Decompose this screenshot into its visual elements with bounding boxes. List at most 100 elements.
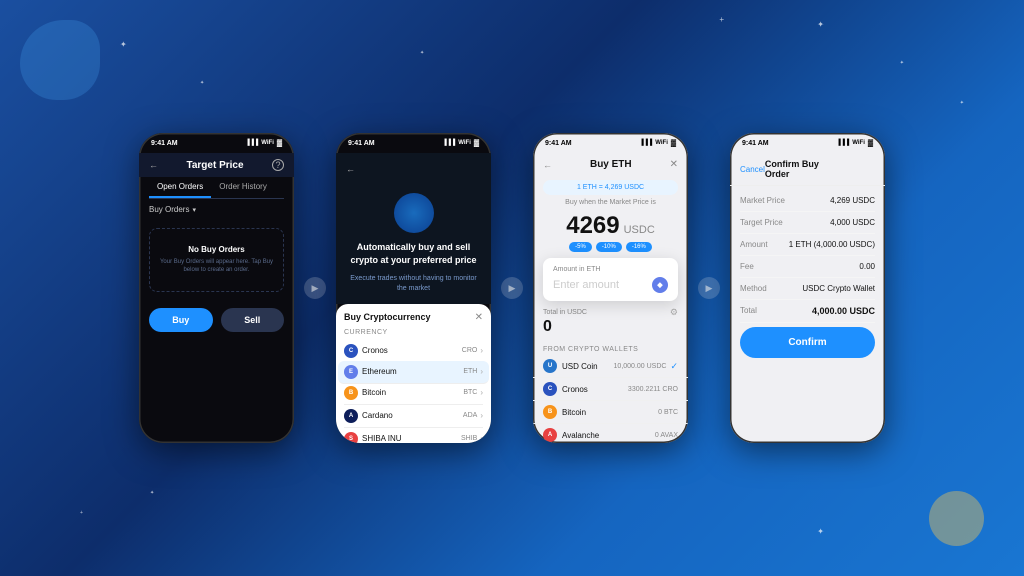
currency-label: CURRENCY xyxy=(344,329,483,336)
status-bar-1: 9:41 AM ▐▐▐ WiFi ▓ xyxy=(139,133,294,153)
info-icon-1[interactable]: ? xyxy=(272,159,284,171)
price-tags: -5% -10% -16% xyxy=(533,242,688,252)
wallet-item[interactable]: U USD Coin 10,000.00 USDC ✓ xyxy=(533,355,688,378)
tab-order-history[interactable]: Order History xyxy=(211,177,275,198)
total-value: 0 xyxy=(543,318,678,336)
total-section: Total in USDC ⚙ 0 xyxy=(533,301,688,342)
price-tag-3[interactable]: -16% xyxy=(626,242,652,252)
currency-list: C Cronos CRO › E Ethereum ETH › B Bitcoi… xyxy=(344,340,483,443)
status-bar-4: 9:41 AM ▐▐▐ WiFi ▓ xyxy=(730,133,885,153)
amount-input[interactable]: Enter amount xyxy=(553,279,619,291)
phone1-tabs: Open Orders Order History xyxy=(149,177,284,199)
battery-icon-1: ▓ xyxy=(277,140,282,147)
battery-icon-2: ▓ xyxy=(474,140,479,147)
big-price: 4269 xyxy=(566,212,619,240)
phone1-bottom-btns: Buy Sell xyxy=(139,300,294,340)
phone2-content: ← Automatically buy and sell crypto at y… xyxy=(336,153,491,443)
phone3-header: ← Buy ETH ✕ xyxy=(533,153,688,176)
wallet-item[interactable]: C Cronos 3300.2211 CRO xyxy=(533,378,688,401)
time-3: 9:41 AM xyxy=(545,140,572,147)
wallet-list: U USD Coin 10,000.00 USDC ✓ C Cronos 330… xyxy=(533,355,688,443)
chevron-down-icon: ▾ xyxy=(192,206,196,214)
wallet-item[interactable]: B Bitcoin 0 BTC xyxy=(533,401,688,424)
signal-icon-2: ▐▐▐ xyxy=(443,140,456,146)
status-icons-3: ▐▐▐ WiFi ▓ xyxy=(640,140,676,147)
arrow-1: ▶ xyxy=(304,277,326,299)
promo-text: Automatically buy and sell crypto at you… xyxy=(346,241,481,266)
big-price-currency: USDC xyxy=(624,224,655,236)
total-settings-icon[interactable]: ⚙ xyxy=(670,307,678,318)
wifi-icon-4: WiFi xyxy=(852,140,865,146)
battery-icon-3: ▓ xyxy=(671,140,676,147)
order-row: Amount 1 ETH (4,000.00 USDC) xyxy=(740,234,875,256)
currency-item[interactable]: S SHIBA INU SHIB › xyxy=(344,428,483,443)
time-1: 9:41 AM xyxy=(151,140,178,147)
buy-crypto-sheet: Buy Cryptocurrency ✕ CURRENCY C Cronos C… xyxy=(336,304,491,443)
wifi-icon-1: WiFi xyxy=(261,140,274,146)
phone4-header: Cancel Confirm Buy Order xyxy=(730,153,885,186)
wallets-label: FROM CRYPTO WALLETS xyxy=(533,342,688,355)
cancel-button-4[interactable]: Cancel xyxy=(740,165,765,174)
eth-icon: ◆ xyxy=(652,277,668,293)
sell-button-1[interactable]: Sell xyxy=(221,308,285,332)
phone3-content: ← Buy ETH ✕ 1 ETH = 4,269 USDC Buy when … xyxy=(533,153,688,443)
phone1-content: ← Target Price ? Open Orders Order Histo… xyxy=(139,153,294,340)
order-rows: Market Price 4,269 USDC Target Price 4,0… xyxy=(730,186,885,327)
empty-orders-box: No Buy Orders Your Buy Orders will appea… xyxy=(149,228,284,292)
close-icon-3[interactable]: ✕ xyxy=(670,159,678,170)
phone4-content: Cancel Confirm Buy Order Market Price 4,… xyxy=(730,153,885,366)
orders-label[interactable]: Buy Orders ▾ xyxy=(139,199,294,220)
back-icon-3[interactable]: ← xyxy=(543,160,552,170)
sheet-title: Buy Cryptocurrency xyxy=(344,312,431,322)
phone-1: 9:41 AM ▐▐▐ WiFi ▓ ← Target Price ? Open… xyxy=(139,133,294,443)
arrow-3: ▶ xyxy=(698,277,720,299)
order-row: Total 4,000.00 USDC xyxy=(740,300,875,323)
wifi-icon-3: WiFi xyxy=(655,140,668,146)
status-icons-2: ▐▐▐ WiFi ▓ xyxy=(443,140,479,147)
back-icon-1[interactable]: ← xyxy=(149,160,158,170)
arrow-2: ▶ xyxy=(501,277,523,299)
tab-open-orders[interactable]: Open Orders xyxy=(149,177,211,198)
amount-popup: Amount in ETH Enter amount ◆ xyxy=(543,258,678,301)
phone3-title: Buy ETH xyxy=(590,159,632,170)
phone4-title: Confirm Buy Order xyxy=(765,159,845,179)
close-icon[interactable]: ✕ xyxy=(475,312,483,323)
wifi-icon-2: WiFi xyxy=(458,140,471,146)
empty-desc: Your Buy Orders will appear here. Tap Bu… xyxy=(158,258,275,275)
confirm-button[interactable]: Confirm xyxy=(740,327,875,358)
battery-icon-4: ▓ xyxy=(868,140,873,147)
price-badge: 1 ETH = 4,269 USDC xyxy=(543,180,678,195)
currency-item[interactable]: A Cardano ADA › xyxy=(344,405,483,428)
phone2-dark-header: ← xyxy=(336,153,491,183)
buy-button-1[interactable]: Buy xyxy=(149,308,213,332)
time-4: 9:41 AM xyxy=(742,140,769,147)
currency-item[interactable]: C Cronos CRO › xyxy=(344,340,483,363)
signal-icon-3: ▐▐▐ xyxy=(640,140,653,146)
sheet-header: Buy Cryptocurrency ✕ xyxy=(344,312,483,323)
currency-item[interactable]: B Bitcoin BTC › xyxy=(344,382,483,405)
price-tag-1[interactable]: -5% xyxy=(569,242,592,252)
price-tag-2[interactable]: -10% xyxy=(596,242,622,252)
order-row: Market Price 4,269 USDC xyxy=(740,190,875,212)
buy-when: Buy when the Market Price is xyxy=(533,199,688,206)
amount-input-row: Enter amount ◆ xyxy=(553,277,668,293)
signal-icon-4: ▐▐▐ xyxy=(837,140,850,146)
signal-icon-1: ▐▐▐ xyxy=(246,140,259,146)
order-row: Target Price 4,000 USDC xyxy=(740,212,875,234)
phone-3: 9:41 AM ▐▐▐ WiFi ▓ ← Buy ETH ✕ 1 ETH = 4… xyxy=(533,133,688,443)
phone-4: 9:41 AM ▐▐▐ WiFi ▓ Cancel Confirm Buy Or… xyxy=(730,133,885,443)
time-2: 9:41 AM xyxy=(348,140,375,147)
status-bar-3: 9:41 AM ▐▐▐ WiFi ▓ xyxy=(533,133,688,153)
amount-label: Amount in ETH xyxy=(553,266,668,273)
wallet-item[interactable]: A Avalanche 0 AVAX xyxy=(533,424,688,443)
status-icons-1: ▐▐▐ WiFi ▓ xyxy=(246,140,282,147)
phone1-title: Target Price xyxy=(186,160,243,171)
total-label: Total in USDC ⚙ xyxy=(543,307,678,318)
currency-item[interactable]: E Ethereum ETH › xyxy=(338,361,489,384)
phone1-header: ← Target Price ? xyxy=(139,153,294,177)
phone-2: 9:41 AM ▐▐▐ WiFi ▓ ← Automatically buy a… xyxy=(336,133,491,443)
back-icon-2[interactable]: ← xyxy=(346,164,355,174)
order-row: Method USDC Crypto Wallet xyxy=(740,278,875,300)
order-row: Fee 0.00 xyxy=(740,256,875,278)
promo-sub: Execute trades without having to monitor… xyxy=(346,274,481,294)
